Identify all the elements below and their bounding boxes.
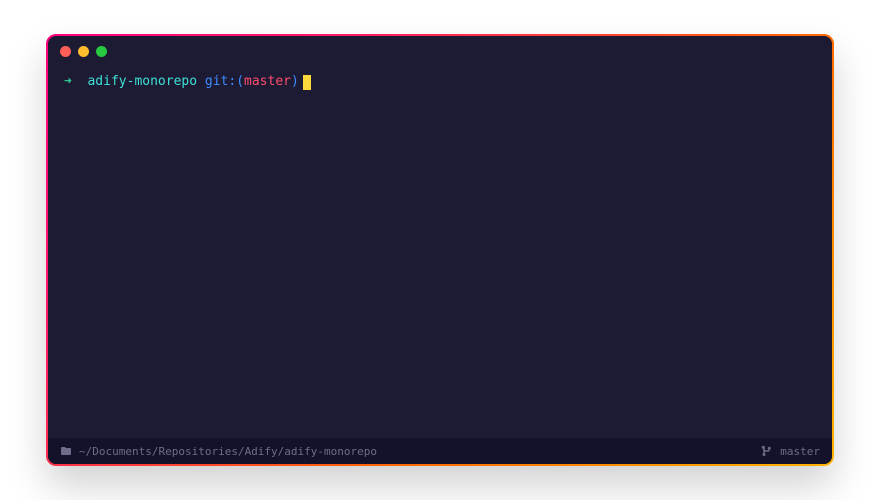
prompt-directory: adify-monorepo (87, 72, 197, 93)
git-branch-icon (761, 445, 773, 457)
terminal-inner: ➜ adify-monorepo git:(master) ~/Document… (48, 36, 832, 464)
spacer (72, 72, 88, 93)
prompt-arrow-icon: ➜ (64, 72, 72, 93)
prompt-paren-open: ( (236, 72, 244, 93)
terminal-window: ➜ adify-monorepo git:(master) ~/Document… (46, 34, 834, 466)
prompt-git-label: git: (205, 72, 236, 93)
close-button[interactable] (60, 46, 71, 57)
folder-icon (60, 445, 72, 457)
status-right: master (761, 445, 820, 458)
spacer (197, 72, 205, 93)
prompt-paren-close: ) (291, 72, 299, 93)
maximize-button[interactable] (96, 46, 107, 57)
prompt-branch: master (244, 72, 291, 93)
status-branch: master (780, 445, 820, 458)
minimize-button[interactable] (78, 46, 89, 57)
statusbar: ~/Documents/Repositories/Adify/adify-mon… (48, 438, 832, 464)
prompt-line: ➜ adify-monorepo git:(master) (64, 72, 816, 93)
cursor (303, 75, 311, 90)
status-left: ~/Documents/Repositories/Adify/adify-mon… (60, 445, 377, 458)
status-path: ~/Documents/Repositories/Adify/adify-mon… (79, 445, 377, 458)
titlebar (48, 36, 832, 66)
terminal-body[interactable]: ➜ adify-monorepo git:(master) (48, 66, 832, 438)
